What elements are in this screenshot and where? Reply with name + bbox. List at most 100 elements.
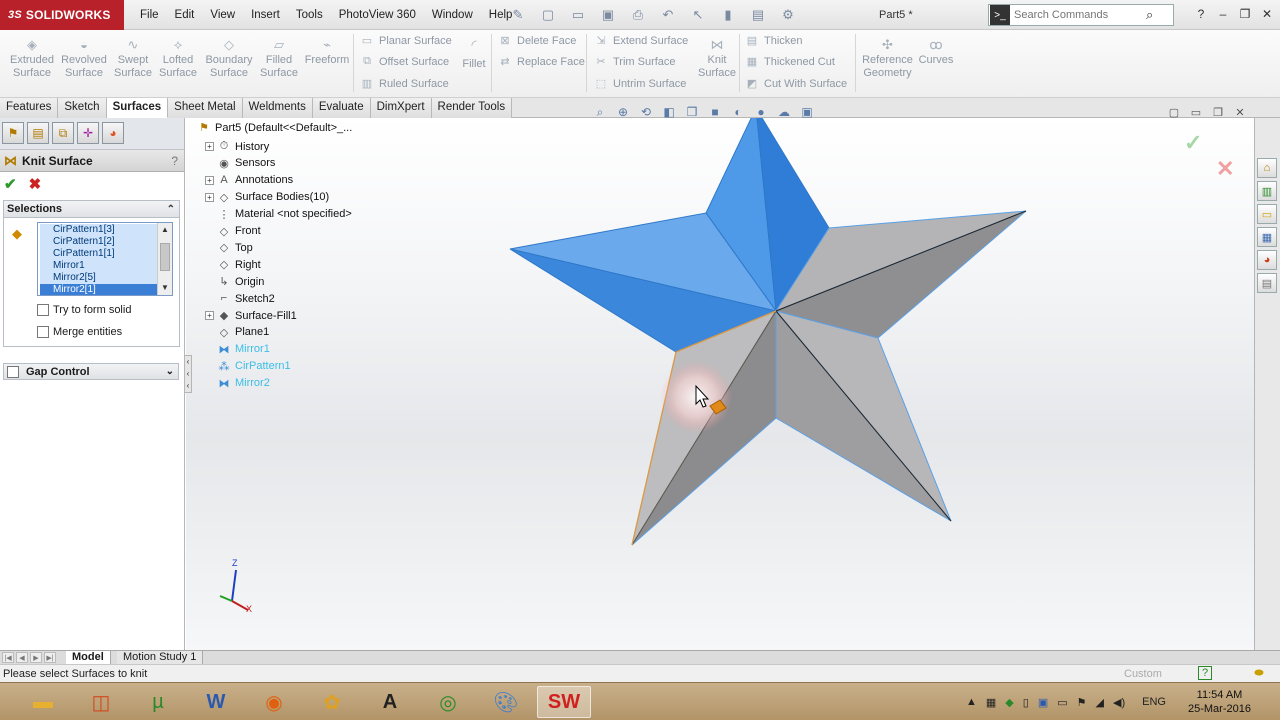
collapse-icon[interactable]: ⌃ [167,204,175,215]
list-item[interactable]: Mirror2[1] [40,284,157,295]
tree-item-plane1[interactable]: ◇ Plane1 [205,326,270,339]
solidworks-taskbar-icon[interactable]: SW [537,686,591,718]
edit-appearance-icon[interactable]: ● [751,103,771,121]
ruled-surface-button[interactable]: ▥ Ruled Surface [360,77,449,91]
help-status-icon[interactable]: ? [1198,666,1212,680]
gap-control-group[interactable]: Gap Control ⌄ [3,363,179,380]
tab-surfaces[interactable]: Surfaces [106,98,169,118]
file-properties-icon[interactable]: ▤ [745,5,771,25]
word-taskbar-icon[interactable]: W [189,686,243,718]
list-item[interactable]: CirPattern1[2] [40,236,157,248]
tree-root-part[interactable]: ⚑ Part5 (Default<<Default>_... [197,121,352,135]
search-input[interactable] [1010,9,1146,21]
tree-item-sensors[interactable]: ◉ Sensors [205,157,275,170]
revolved-surface-button[interactable]: ◒ Revolved Surface [60,38,108,80]
menu-edit[interactable]: Edit [167,9,203,21]
new-document-icon[interactable]: ▢ [535,5,561,25]
reference-geometry-button[interactable]: ✣ Reference Geometry [860,38,915,80]
hide-show-items-icon[interactable]: ◐ [728,103,748,121]
replace-face-button[interactable]: ⇄ Replace Face [498,55,584,69]
wifi-tray-icon[interactable]: ◢ [1096,696,1104,709]
list-item[interactable]: CirPattern1[3] [40,224,157,236]
tree-item-origin[interactable]: ↳ Origin [205,275,264,289]
scroll-down-icon[interactable]: ▼ [161,283,169,292]
filled-surface-button[interactable]: ▱ Filled Surface [258,38,300,80]
try-to-form-solid-checkbox[interactable] [37,304,49,316]
scroll-up-icon[interactable]: ▲ [161,225,169,234]
tab-sheet-metal[interactable]: Sheet Metal [168,98,243,118]
offset-surface-button[interactable]: ⧉ Offset Surface [360,55,449,69]
zoom-to-area-icon[interactable]: ⊕ [613,103,633,121]
list-item[interactable]: Mirror2[5] [40,272,157,284]
paint-taskbar-icon[interactable]: 🎨︎ [479,686,533,718]
tree-item-cirpattern1[interactable]: ⁂ CirPattern1 [205,360,291,373]
expand-icon[interactable]: ⌄ [166,366,174,377]
file-explorer-taskbar-icon[interactable]: ▬ [16,686,70,718]
feature-manager-tab-icon[interactable]: ⚑ [2,122,24,144]
tree-item-history[interactable]: + ⏱ History [205,140,269,153]
pin-icon[interactable]: ✎ [505,5,531,25]
swept-surface-button[interactable]: ∿ Swept Surface [112,38,154,80]
untrim-surface-button[interactable]: ⬚ Untrim Surface [594,77,687,91]
zoom-to-fit-icon[interactable]: ⌕ [590,103,610,121]
menu-insert[interactable]: Insert [243,9,288,21]
list-item[interactable]: CirPattern1[1] [40,248,157,260]
star-model[interactable] [186,118,1254,650]
viewport-restore-icon[interactable]: ❐ [1210,104,1226,120]
rebuild-status-icon[interactable]: ⬬ [1252,666,1266,680]
monitor-tray-icon[interactable]: ▭ [1057,696,1067,709]
viewport-minimize-icon[interactable]: ▭ [1188,104,1204,120]
view-settings-icon[interactable]: ▣ [797,103,817,121]
help-icon[interactable]: ? [1192,4,1210,24]
try-to-form-solid-option[interactable]: Try to form solid [37,304,131,316]
menu-tools[interactable]: Tools [288,9,331,21]
tree-item-top-plane[interactable]: ◇ Top [205,241,253,255]
boundary-surface-button[interactable]: ◇ Boundary Surface [203,38,255,80]
tab-evaluate[interactable]: Evaluate [312,98,371,118]
trim-surface-button[interactable]: ✂ Trim Surface [594,55,675,69]
tree-item-front-plane[interactable]: ◇ Front [205,225,261,238]
gap-control-checkbox[interactable] [7,365,19,378]
merge-entities-checkbox[interactable] [37,326,49,338]
first-tab-arrow-icon[interactable]: |◀ [2,652,14,663]
cancel-button[interactable]: ✖ [29,175,42,193]
list-item[interactable]: Mirror1 [40,260,157,272]
tab-render-tools[interactable]: Render Tools [431,98,513,118]
network-tray-icon[interactable]: ▦ [986,696,996,709]
tree-item-material[interactable]: ⋮ Material <not specified> [205,208,352,221]
security-tray-icon[interactable]: ◆ [1005,696,1013,709]
fillet-button[interactable]: ◜ Fillet [459,38,489,71]
utorrent-taskbar-icon[interactable]: µ [131,686,185,718]
rebuild-icon[interactable]: ▮ [715,5,741,25]
graphics-area[interactable]: Z X [186,118,1254,650]
scroll-thumb[interactable] [160,243,170,271]
tab-model[interactable]: Model [66,651,111,665]
minimize-button[interactable]: – [1214,4,1232,24]
print-icon[interactable]: ⎙ [625,5,651,25]
curves-button[interactable]: ꝏ Curves [918,38,954,67]
lofted-surface-button[interactable]: ⟡ Lofted Surface [157,38,199,80]
configuration-manager-tab-icon[interactable]: ⧉ [52,122,74,144]
open-icon[interactable]: ▭ [565,5,591,25]
thicken-button[interactable]: ▤ Thicken [745,34,803,48]
viewport-close-icon[interactable]: ✕ [1232,104,1248,120]
menu-file[interactable]: File [132,9,167,21]
expand-icon[interactable]: + [205,142,214,151]
planar-surface-button[interactable]: ▭ Planar Surface [360,34,452,48]
flag-tray-icon[interactable]: ⚑ [1077,696,1087,709]
restore-button[interactable]: ❐ [1236,4,1254,24]
options-icon[interactable]: ⚙ [775,5,801,25]
design-library-icon[interactable]: ▥ [1257,181,1277,201]
merge-entities-option[interactable]: Merge entities [37,326,122,338]
knit-surface-button[interactable]: ⋈ Knit Surface [697,38,737,80]
app-tray-icon[interactable]: ▣ [1038,696,1048,709]
chrome-taskbar-icon[interactable]: ◎ [421,686,475,718]
solidworks-logo[interactable]: 3S SOLIDWORKS [0,0,124,30]
undo-icon[interactable]: ↶ [655,5,681,25]
selection-scrollbar[interactable]: ▲ ▼ [157,223,172,295]
panel-collapse-handle[interactable]: ‹ ‹ ‹ [184,355,192,393]
prev-tab-arrow-icon[interactable]: ◀ [16,652,28,663]
tree-item-surface-fill1[interactable]: + ◆ Surface-Fill1 [205,309,297,322]
menu-view[interactable]: View [202,9,243,21]
tree-item-surface-bodies[interactable]: + ◇ Surface Bodies(10) [205,191,329,204]
